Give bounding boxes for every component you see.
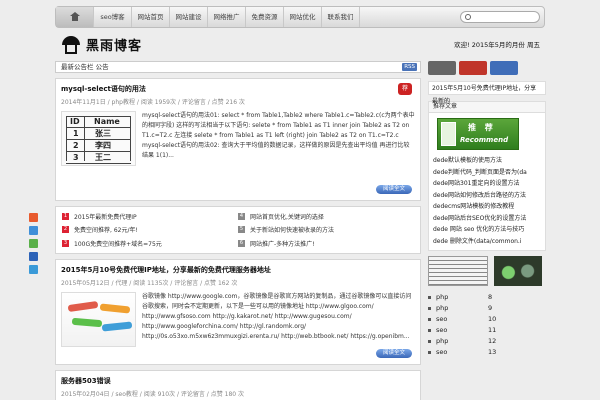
- list-item[interactable]: dedecms网站模板的修改教程: [433, 201, 541, 213]
- tag-item[interactable]: seo: [428, 347, 488, 357]
- hot-link[interactable]: 6 网站推广-多种方法推广!: [238, 238, 414, 249]
- main-column: 最新公告栏 公告 RSS mysql-select语句的用法 荐 2014年11…: [55, 61, 421, 400]
- post-card: 2015年5月10号免费代理IP地址，分享最新的免费代理服务器地址 2015年0…: [55, 259, 421, 365]
- recommend-list: dede默认模板的使用方法 dede判断代码_判断页面是否为(da dede网站…: [429, 155, 545, 250]
- search-icon: [465, 14, 471, 20]
- list-item[interactable]: dede 网站 seo 优化的方法与技巧: [433, 224, 541, 236]
- thumb-cell: 张三: [95, 129, 111, 138]
- recommend-box-title: 推荐文章: [429, 102, 545, 113]
- tag-item[interactable]: seo: [428, 325, 488, 335]
- nav-item-resources[interactable]: 免费资源: [246, 7, 284, 27]
- site-logo[interactable]: 黑雨博客: [60, 35, 142, 54]
- nav-home[interactable]: [56, 7, 94, 27]
- hot-link[interactable]: 1 2015年最新免费代理IP: [62, 211, 238, 222]
- screenshot-thumbnail[interactable]: [428, 256, 488, 286]
- sidebar-tab[interactable]: [459, 61, 487, 75]
- tag-item[interactable]: 9: [488, 303, 538, 313]
- hot-link[interactable]: 2 免费空间推荐, 62元/年!: [62, 225, 238, 236]
- post-meta: 2015年02月04日 / seo教程 / 阅读 910次 / 评论留言 / 点…: [61, 391, 244, 398]
- rss-button[interactable]: RSS: [402, 63, 417, 71]
- nav-item-seo[interactable]: seo博客: [94, 7, 132, 27]
- post-thumbnail[interactable]: [61, 292, 136, 347]
- tag-item[interactable]: 12: [488, 336, 538, 346]
- post-title[interactable]: 2015年5月10号免费代理IP地址，分享最新的免费代理服务器地址: [61, 265, 415, 275]
- share-more-icon[interactable]: [29, 265, 38, 274]
- tag-item[interactable]: php: [428, 336, 488, 346]
- recommend-banner-title: 推 荐: [468, 123, 496, 132]
- post-meta: 2014年11月1日 / php教程 / 阅读 1959次 / 评论留言 / 点…: [61, 99, 245, 106]
- logo-icon: [60, 35, 82, 54]
- tag-item[interactable]: 10: [488, 314, 538, 324]
- sidebar: 2015年5月10号免费代理IP地址，分享最新的 推荐文章 推 荐 Recomm…: [428, 61, 546, 357]
- share-renren-icon[interactable]: [29, 252, 38, 261]
- post-thumbnail[interactable]: ID Name 1 张三 2 李四 3 王二: [61, 111, 136, 166]
- share-qzone-icon[interactable]: [29, 226, 38, 235]
- recommend-banner: 推 荐 Recommend: [437, 118, 519, 150]
- thumb-cell: 3: [73, 153, 79, 162]
- search-input[interactable]: [460, 11, 540, 23]
- sidebar-tab[interactable]: [428, 61, 456, 75]
- thumb-cell: 2: [73, 141, 79, 150]
- tag-item[interactable]: php: [428, 292, 488, 302]
- header-date: 欢迎! 2015年5月的月份 周五: [454, 41, 540, 49]
- post-title[interactable]: mysql-select语句的用法: [61, 84, 415, 94]
- thumb-cell: 李四: [95, 141, 111, 150]
- logo-text: 黑雨博客: [86, 39, 143, 54]
- top-nav-bar: seo博客 网站首页 网站建设 网络推广 免费资源 网站优化 联系我们: [55, 6, 545, 28]
- read-more-button[interactable]: 阅读全文: [376, 185, 412, 194]
- post-title[interactable]: 服务器503错误: [61, 376, 415, 386]
- tag-item[interactable]: 13: [488, 347, 538, 357]
- hot-link[interactable]: 4 网站首页优化,关键词的选择: [238, 211, 414, 222]
- share-wechat-icon[interactable]: [29, 239, 38, 248]
- list-item[interactable]: dede网站301重定向的设置方法: [433, 178, 541, 190]
- nav-item-contact[interactable]: 联系我们: [322, 7, 360, 27]
- hot-links: 1 2015年最新免费代理IP 4 网站首页优化,关键词的选择 2 免费空间推荐, 6…: [55, 206, 421, 254]
- tag-item[interactable]: php: [428, 303, 488, 313]
- tag-item[interactable]: 11: [488, 325, 538, 335]
- tag-list: php 8 php 9 seo 10 seo 11 php 12 seo 13: [428, 292, 546, 357]
- hot-link[interactable]: 5 关于新站如何快速被收录的方法: [238, 225, 414, 236]
- notice-text: 最新公告栏 公告: [61, 63, 109, 71]
- post-card: mysql-select语句的用法 荐 2014年11月1日 / php教程 /…: [55, 78, 421, 201]
- home-icon: [69, 12, 80, 21]
- list-item[interactable]: dede默认模板的使用方法: [433, 155, 541, 167]
- recommend-box: 推荐文章 推 荐 Recommend dede默认模板的使用方法 dede判断代…: [428, 101, 546, 251]
- list-item[interactable]: dede 删除文件(data/common.i: [433, 236, 541, 248]
- share-weibo-icon[interactable]: [29, 213, 38, 222]
- sidebar-images: [428, 256, 546, 286]
- post-excerpt: 谷歌镜像 http://www.google.com，谷歌镜像是谷歌官方网站的复…: [142, 293, 412, 340]
- nav-item-build[interactable]: 网站建设: [170, 7, 208, 27]
- thumb-header-name: Name: [94, 117, 120, 126]
- recommend-banner-subtitle: Recommend: [460, 136, 509, 144]
- list-item[interactable]: dede网站后台SEO优化的设置方法: [433, 213, 541, 225]
- read-more-button[interactable]: 阅读全文: [376, 349, 412, 358]
- post-card: 服务器503错误 2015年02月04日 / seo教程 / 阅读 910次 /…: [55, 370, 421, 400]
- thumb-cell: 1: [73, 129, 79, 138]
- tag-item[interactable]: seo: [428, 314, 488, 324]
- thumb-cell: 王二: [95, 153, 111, 162]
- document-icon: [441, 122, 456, 146]
- recommend-badge: 荐: [398, 83, 412, 95]
- notice-bar: 最新公告栏 公告 RSS: [55, 61, 421, 73]
- nav-item-promote[interactable]: 网络推广: [208, 7, 246, 27]
- thumb-header-id: ID: [70, 117, 80, 126]
- tag-item[interactable]: 8: [488, 292, 538, 302]
- photo-thumbnail[interactable]: [494, 256, 542, 286]
- post-excerpt: mysql-select语句的用法01: select * from Table…: [142, 112, 415, 159]
- nav-item-optimize[interactable]: 网站优化: [284, 7, 322, 27]
- main-nav: seo博客 网站首页 网站建设 网络推广 免费资源 网站优化 联系我们: [56, 7, 360, 27]
- share-bar: [29, 213, 38, 274]
- nav-item-index[interactable]: 网站首页: [132, 7, 170, 27]
- hot-link[interactable]: 3 100G免费空间推荐+域名=75元: [62, 238, 238, 249]
- sidebar-tabs: [428, 61, 546, 75]
- sidebar-tab[interactable]: [490, 61, 518, 75]
- latest-post-link[interactable]: 2015年5月10号免费代理IP地址，分享最新的: [428, 81, 546, 105]
- post-meta: 2015年05月12日 / 代理 / 阅读 1135次 / 评论留言 / 点赞 …: [61, 280, 238, 287]
- list-item[interactable]: dede网站如何修改后台路径的方法: [433, 190, 541, 202]
- list-item[interactable]: dede判断代码_判断页面是否为(da: [433, 167, 541, 179]
